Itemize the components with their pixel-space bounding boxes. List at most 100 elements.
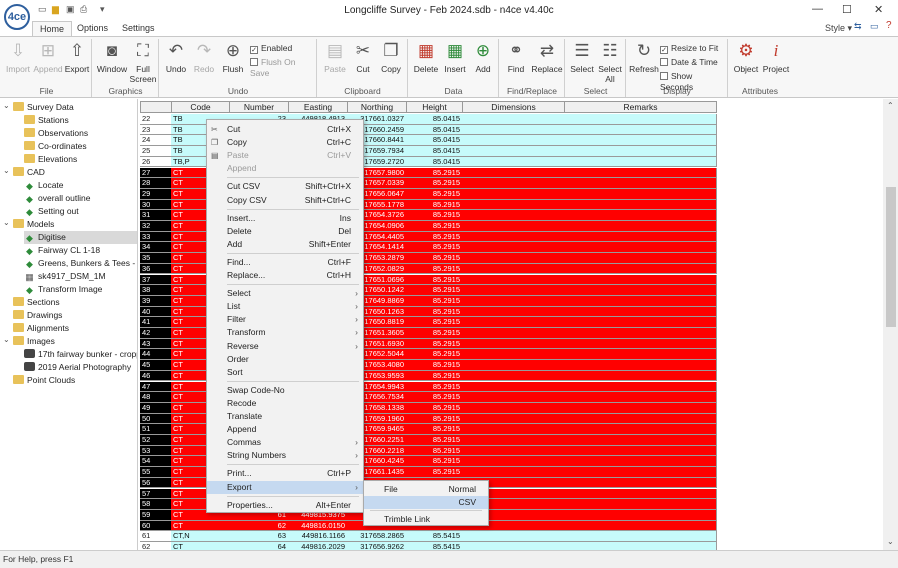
cut-button[interactable]: ✂ Cut [350,41,376,74]
insert-button[interactable]: ▦ Insert [441,41,469,74]
table-cell[interactable] [462,467,565,478]
scroll-up-icon[interactable]: ⌃ [887,101,894,110]
table-cell[interactable]: 31 [140,210,172,221]
table-cell[interactable]: 59 [140,509,172,521]
tree-item[interactable]: ◆ overall outline [24,192,90,205]
table-cell[interactable] [462,199,565,211]
add-button[interactable]: ⊕ Add [469,41,497,74]
table-cell[interactable] [564,435,717,446]
table-cell[interactable]: CT [171,520,230,532]
table-cell[interactable] [564,445,717,457]
table-cell[interactable]: 85.0415 [406,114,463,125]
table-cell[interactable]: 62 [140,542,172,550]
table-cell[interactable] [564,285,717,296]
menu-item-copy-csv[interactable]: Copy CSV Shift+Ctrl+C [207,194,363,207]
table-cell[interactable] [564,413,717,425]
project-button[interactable]: i Project [761,41,791,74]
table-cell[interactable] [462,210,565,221]
table-cell[interactable] [462,328,565,339]
table-cell[interactable] [462,167,565,179]
table-cell[interactable]: 55 [140,467,172,478]
menu-item-filter[interactable]: Filter › [207,313,363,326]
table-cell[interactable] [462,135,565,147]
menu-item-recode[interactable]: Recode [207,397,363,410]
expand-toggle-icon[interactable]: ⌄ [3,335,10,344]
export-button[interactable]: ⇧ Export [64,41,90,74]
table-cell[interactable]: 449816.0150 [288,520,348,532]
menu-item-add[interactable]: Add Shift+Enter [207,238,363,251]
table-cell[interactable] [564,381,717,393]
table-cell[interactable]: 85.0415 [406,156,463,168]
table-cell[interactable]: 85.2915 [406,456,463,468]
table-cell[interactable]: 85.2915 [406,178,463,189]
table-cell[interactable] [564,274,717,286]
redo-button[interactable]: ↷ Redo [191,41,217,74]
column-header-height[interactable]: Height [406,101,463,113]
flush-on-save-checkbox[interactable]: Flush On Save [250,57,316,79]
table-cell[interactable]: 53 [140,445,172,457]
table-cell[interactable]: 27 [140,167,172,179]
table-cell[interactable] [564,210,717,221]
table-cell[interactable]: 61 [140,531,172,542]
table-cell[interactable] [564,306,717,318]
menu-item-order[interactable]: Order [207,353,363,366]
table-cell[interactable]: 64 [229,542,289,550]
table-cell[interactable]: 317656.9262 [347,542,407,550]
append-button[interactable]: ⊞ Append [33,41,63,74]
table-cell[interactable]: 85.2915 [406,210,463,221]
menu-item-swap-code-no[interactable]: Swap Code-No [207,384,363,397]
table-cell[interactable] [564,263,717,275]
table-cell[interactable]: 30 [140,199,172,211]
app-logo[interactable]: 4ce [4,4,30,30]
table-cell[interactable] [564,402,717,414]
table-cell[interactable]: 35 [140,253,172,264]
expand-toggle-icon[interactable]: ⌄ [3,166,10,175]
help-icon[interactable]: ? [886,20,892,31]
table-cell[interactable]: 60 [140,520,172,532]
table-cell[interactable]: 85.2915 [406,467,463,478]
tree-item[interactable]: 17th fairway bunker - cropp [24,348,137,361]
menu-item-commas[interactable]: Commas › [207,436,363,449]
refresh-button[interactable]: ↻ Refresh [629,41,659,74]
table-cell[interactable]: 85.2915 [406,370,463,382]
table-cell[interactable]: 85.2915 [406,381,463,393]
style-menu[interactable]: Style ▾ [825,23,852,34]
menu-item-print[interactable]: Print... Ctrl+P [207,467,363,480]
table-cell[interactable] [462,274,565,286]
menu-item-export[interactable]: Export › [207,480,363,494]
table-cell[interactable] [462,338,565,350]
flush-button[interactable]: ⊕ Flush [219,41,247,74]
table-cell[interactable]: 28 [140,178,172,189]
date-time-checkbox[interactable]: Date & Time [660,57,718,68]
table-cell[interactable] [564,360,717,371]
table-cell[interactable] [462,295,565,307]
menu-item-properties[interactable]: Properties... Alt+Enter [207,499,363,512]
delete-button[interactable]: ▦ Delete [411,41,441,74]
tree-item[interactable]: Models [13,218,54,231]
table-cell[interactable] [564,231,717,243]
table-cell[interactable]: 85.2915 [406,295,463,307]
column-header-code[interactable]: Code [171,101,230,113]
swap-arrows-icon[interactable]: ⇆ [854,21,862,32]
tree-item[interactable]: Point Clouds [13,374,75,387]
table-cell[interactable] [564,392,717,403]
table-cell[interactable] [564,199,717,211]
table-cell[interactable] [462,242,565,254]
table-cell[interactable]: 85.2915 [406,274,463,286]
menu-item-find[interactable]: Find... Ctrl+F [207,256,363,269]
table-cell[interactable] [564,253,717,264]
tab-options[interactable]: Options [70,21,115,36]
table-cell[interactable]: 85.2915 [406,242,463,254]
table-cell[interactable] [462,124,565,136]
table-cell[interactable] [462,156,565,168]
table-cell[interactable]: 25 [140,146,172,157]
table-cell[interactable]: 51 [140,424,172,435]
table-cell[interactable]: 85.2915 [406,188,463,200]
tree-item[interactable]: Elevations [24,153,77,166]
tree-item[interactable]: Sections [13,296,60,309]
table-cell[interactable]: 85.2915 [406,199,463,211]
table-cell[interactable]: 85.2915 [406,231,463,243]
table-cell[interactable]: 449816.2029 [288,542,348,550]
table-cell[interactable] [564,456,717,468]
vertical-scrollbar[interactable]: ⌃ ⌄ [883,99,898,550]
